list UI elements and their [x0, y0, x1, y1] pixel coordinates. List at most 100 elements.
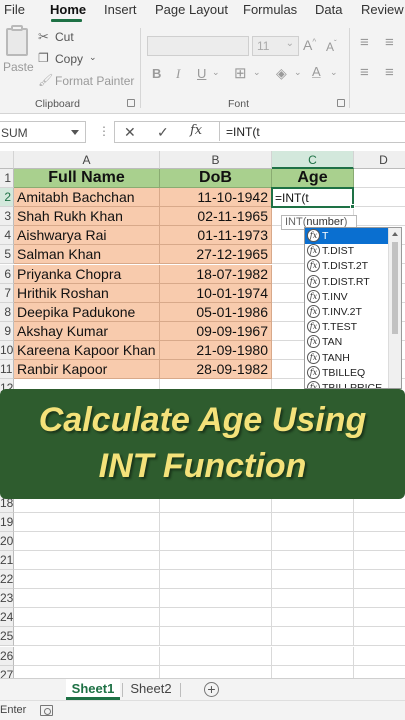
font-name-box[interactable] [147, 36, 249, 56]
column-header-a[interactable]: A [14, 151, 160, 169]
autocomplete-list[interactable]: fx TBILLPRICE fx TBILLEQ fx TANH fx TAN fx T.TEST… [304, 227, 402, 389]
borders-icon[interactable]: ⊞ [234, 64, 247, 82]
grid-cell[interactable] [160, 512, 272, 532]
font-launcher-icon[interactable] [337, 99, 345, 107]
dob-cell[interactable]: 10-01-1974 [160, 283, 272, 303]
dob-cell[interactable]: 27-12-1965 [160, 245, 272, 265]
add-sheet-icon[interactable]: + [204, 682, 219, 697]
row-header[interactable]: 21 [0, 551, 14, 571]
name-cell[interactable]: Salman Khan [14, 245, 160, 265]
grid-cell[interactable] [272, 627, 354, 647]
table-header-cell[interactable]: DoB [160, 169, 272, 189]
dob-cell[interactable]: 09-09-1967 [160, 321, 272, 341]
row-header[interactable]: 8 [0, 302, 14, 322]
row-header[interactable]: 2 [0, 188, 14, 208]
name-cell[interactable]: Hrithik Roshan [14, 283, 160, 303]
row-header[interactable]: 22 [0, 570, 14, 590]
fill-color-icon[interactable]: ◈ [276, 65, 287, 82]
grid-cell[interactable] [354, 207, 405, 227]
autocomplete-item[interactable]: fx T.DIST.RT [305, 274, 389, 290]
increase-font-icon[interactable]: A^ [303, 37, 316, 53]
row-header[interactable]: 26 [0, 646, 14, 666]
row-header[interactable]: 10 [0, 340, 14, 360]
sheet-tab-sheet2[interactable]: Sheet2 [124, 679, 178, 700]
row-header[interactable]: 1 [0, 169, 14, 189]
table-header-cell[interactable]: Full Name [14, 169, 160, 189]
dob-cell[interactable]: 02-11-1965 [160, 207, 272, 227]
tab-home[interactable]: Home [50, 2, 86, 17]
autocomplete-item[interactable]: fx T [305, 228, 389, 244]
grid-cell[interactable] [272, 531, 354, 551]
autocomplete-item[interactable]: fx T.INV [305, 289, 389, 305]
chevron-down-icon[interactable]: ⌄ [253, 67, 261, 78]
row-header[interactable]: 5 [0, 245, 14, 265]
align-left-icon[interactable]: ≡ [360, 64, 369, 81]
column-header-b[interactable]: B [160, 151, 272, 169]
active-cell-c2[interactable]: =INT(t [271, 187, 354, 209]
row-header[interactable]: 3 [0, 207, 14, 227]
row-header[interactable]: 9 [0, 321, 14, 341]
insert-function-icon[interactable]: fx [190, 123, 202, 138]
table-header-cell[interactable]: Age [272, 169, 354, 189]
scroll-up-icon[interactable] [392, 232, 398, 236]
name-cell[interactable]: Akshay Kumar [14, 321, 160, 341]
grid-cell[interactable] [14, 589, 160, 609]
dob-cell[interactable]: 21-09-1980 [160, 340, 272, 360]
name-cell[interactable]: Priyanka Chopra [14, 264, 160, 284]
grid-cell[interactable] [272, 551, 354, 571]
underline-button[interactable]: U [197, 66, 206, 81]
row-header[interactable]: 24 [0, 608, 14, 628]
grid-cell[interactable] [354, 647, 405, 666]
autocomplete-item[interactable]: fx T.TEST [305, 319, 389, 335]
autocomplete-item[interactable]: fx T.DIST.2T [305, 258, 389, 274]
row-header[interactable]: 19 [0, 512, 14, 532]
grid-cell[interactable] [272, 665, 354, 678]
fill-handle[interactable] [350, 204, 355, 210]
grid-cell[interactable] [272, 608, 354, 628]
tab-page-layout[interactable]: Page Layout [155, 2, 228, 17]
tab-review[interactable]: Review [361, 2, 404, 17]
grid-cell[interactable] [160, 531, 272, 551]
dob-cell[interactable]: 28-09-1982 [160, 360, 272, 380]
name-cell[interactable]: Aishwarya Rai [14, 226, 160, 246]
grid-cell[interactable] [354, 589, 405, 609]
name-box[interactable]: SUM [0, 121, 86, 143]
grid-cell[interactable] [14, 646, 160, 666]
autocomplete-scrollbar[interactable] [388, 228, 401, 388]
grid-cell[interactable] [160, 608, 272, 628]
grid-cell[interactable] [14, 531, 160, 551]
decrease-font-icon[interactable]: Aˇ [326, 39, 337, 54]
tab-file[interactable]: File [4, 2, 25, 17]
autocomplete-item[interactable]: fx TAN [305, 334, 389, 350]
clipboard-launcher-icon[interactable] [127, 99, 135, 107]
grid-cell[interactable] [354, 513, 405, 532]
macro-recording-icon[interactable] [40, 705, 53, 716]
select-all-corner[interactable] [0, 151, 14, 169]
grid-cell[interactable] [160, 665, 272, 678]
chevron-down-icon[interactable]: ⌄ [330, 67, 338, 78]
grid-cell[interactable] [272, 646, 354, 666]
grid-cell[interactable] [14, 570, 160, 590]
italic-button[interactable]: I [176, 66, 180, 82]
cancel-icon[interactable]: ✕ [124, 124, 136, 141]
row-header[interactable]: 7 [0, 283, 14, 303]
row-header[interactable]: 27 [0, 665, 14, 678]
grid-cell[interactable] [272, 589, 354, 609]
dob-cell[interactable]: 01-11-1973 [160, 226, 272, 246]
grid-cell[interactable] [272, 570, 354, 590]
align-top-icon[interactable]: ≡ [360, 34, 369, 51]
autocomplete-item[interactable]: fx TBILLPRICE [305, 380, 389, 388]
chevron-down-icon[interactable]: ⌄ [212, 67, 220, 78]
grid-cell[interactable] [354, 608, 405, 628]
sheet-tab-sheet1[interactable]: Sheet1 [66, 679, 120, 700]
grid-cell[interactable] [14, 627, 160, 647]
grid-cell[interactable] [14, 608, 160, 628]
bold-button[interactable]: B [152, 66, 161, 81]
autocomplete-item[interactable]: fx TANH [305, 350, 389, 366]
autocomplete-item[interactable]: fx T.INV.2T [305, 304, 389, 320]
name-cell[interactable]: Kareena Kapoor Khan [14, 340, 160, 360]
dob-cell[interactable]: 11-10-1942 [160, 188, 272, 208]
grid-cell[interactable] [354, 551, 405, 571]
column-header-c[interactable]: C [272, 151, 354, 169]
grid-cell[interactable] [354, 570, 405, 590]
